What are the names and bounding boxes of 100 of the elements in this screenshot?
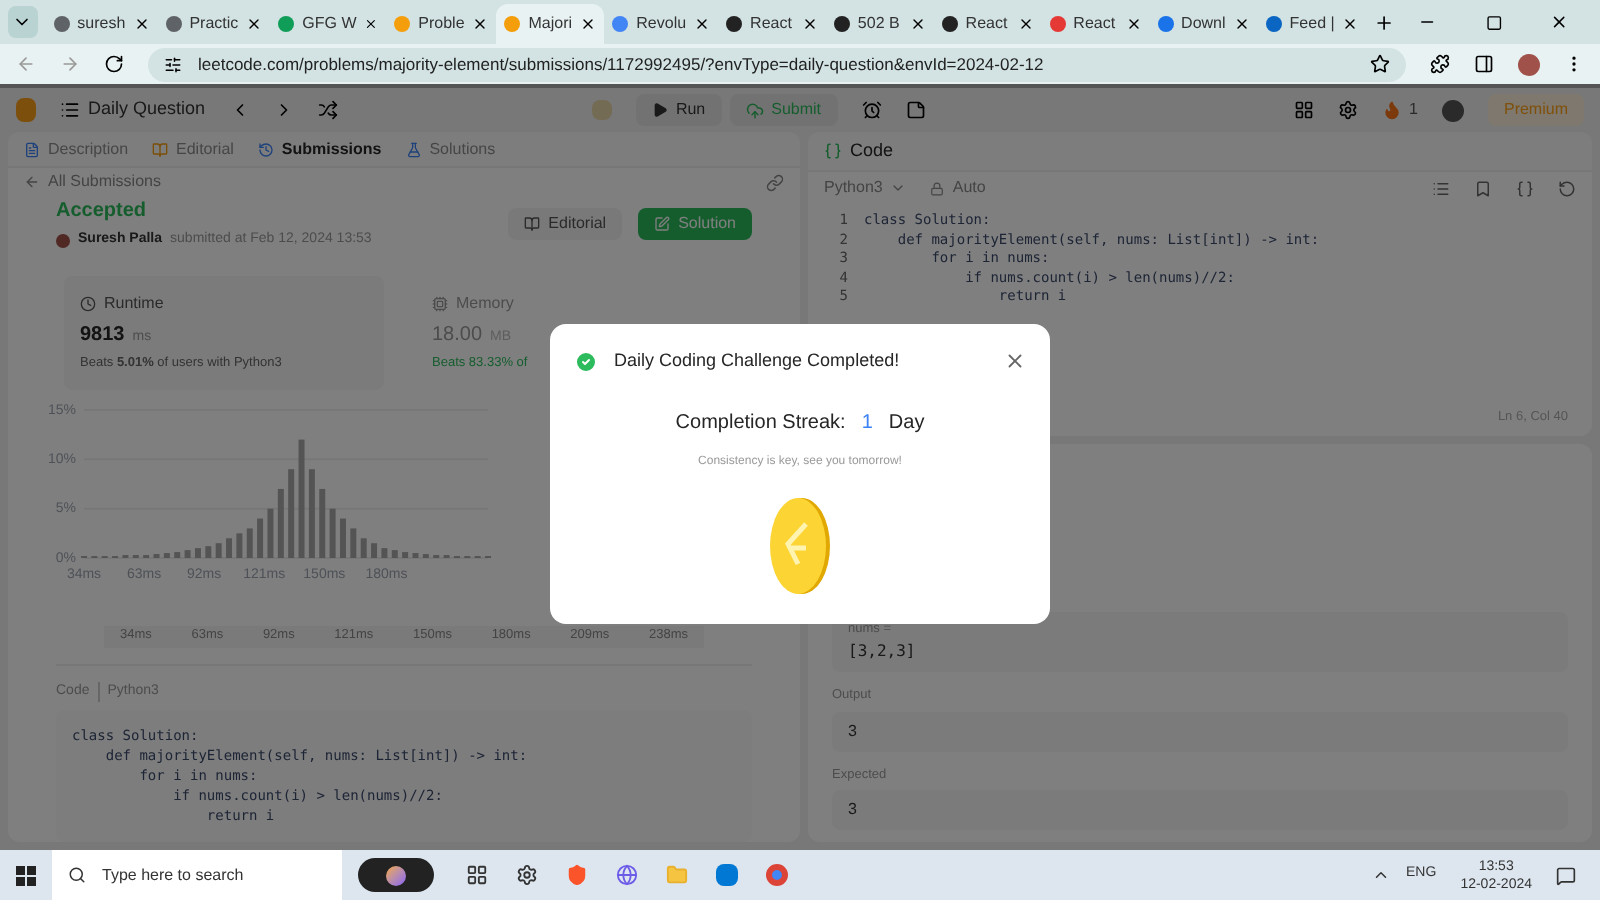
histogram-bar (422, 553, 429, 558)
tab-icon (24, 141, 40, 158)
favicon-icon (1049, 16, 1066, 32)
copilot-icon[interactable] (358, 858, 434, 892)
favicon-icon (941, 16, 958, 32)
close-icon[interactable] (1233, 16, 1250, 32)
url-field[interactable]: leetcode.com/problems/majority-element/submissions/1172992495/?envType=daily-question&envId=2024-02-12 (148, 47, 1406, 81)
browser-tab[interactable]: suresh (45, 4, 158, 44)
tab-search-button[interactable] (8, 6, 38, 38)
histogram-bar (153, 553, 160, 558)
histogram-bar (381, 547, 388, 558)
settings-icon[interactable] (516, 864, 538, 886)
coin-icon (768, 495, 832, 595)
browser-tab[interactable]: Feed | (1257, 4, 1367, 44)
bookmark-icon[interactable] (1474, 179, 1492, 197)
chevron-up-icon[interactable] (1372, 866, 1391, 884)
browser-tab[interactable]: Revolu (604, 4, 719, 44)
status-label: Accepted (56, 198, 149, 227)
code-editor-icon[interactable] (716, 864, 738, 886)
side-panel-icon[interactable] (1474, 54, 1494, 74)
histogram-bar (174, 551, 181, 558)
favicon-icon (504, 16, 521, 32)
histogram-bar (350, 527, 357, 558)
taskbar-search-field[interactable]: Type here to search (52, 850, 342, 900)
histogram-bar (298, 439, 305, 558)
histogram-bar (184, 549, 191, 558)
browser-tab[interactable]: Practic (157, 4, 271, 44)
histogram-bar (236, 532, 243, 558)
reload-icon[interactable] (104, 54, 124, 74)
timer-icon[interactable] (861, 100, 882, 120)
input-value: [3,2,3] (848, 639, 918, 664)
run-button[interactable]: Run (635, 94, 722, 126)
close-icon[interactable] (909, 16, 926, 32)
browser-tab[interactable]: 502 B (825, 4, 934, 44)
close-icon[interactable] (694, 16, 711, 32)
book-icon (524, 216, 541, 233)
lock-icon (930, 181, 945, 195)
play-icon (651, 102, 668, 118)
favicon-icon (394, 16, 411, 32)
layout-icon[interactable] (1293, 100, 1314, 120)
mode-label: Auto (952, 176, 986, 200)
histogram-bar (329, 508, 336, 558)
panel-tab[interactable]: Submissions (257, 137, 382, 162)
browser-tab[interactable]: React (718, 4, 826, 44)
close-icon[interactable] (1342, 16, 1359, 32)
globe-icon[interactable] (616, 864, 638, 886)
format-icon[interactable] (1432, 179, 1450, 197)
shuffle-icon[interactable] (317, 100, 338, 120)
clock-icon (80, 295, 96, 312)
favicon-icon (1265, 16, 1282, 32)
browser-tab[interactable]: React (1041, 4, 1150, 44)
browser-icon[interactable] (766, 864, 788, 886)
new-tab-icon[interactable] (1374, 11, 1395, 33)
search-icon (68, 866, 86, 884)
close-icon[interactable] (1125, 16, 1142, 32)
streak-value: 1 (859, 409, 875, 437)
author-avatar (56, 234, 70, 249)
favicon-icon (612, 16, 629, 32)
histogram-bar (267, 508, 274, 558)
bookmark-star-icon[interactable] (1370, 54, 1390, 74)
extensions-icon[interactable] (1430, 54, 1450, 74)
close-icon[interactable] (1017, 16, 1034, 32)
flame-icon (1381, 100, 1402, 120)
close-icon[interactable] (246, 16, 263, 32)
list-icon (60, 100, 80, 120)
maximize-icon[interactable] (1485, 13, 1502, 31)
task-view-icon[interactable] (466, 864, 488, 886)
streak-count: 1 (1409, 98, 1418, 122)
tab-icon (257, 141, 274, 158)
code-icon (824, 142, 842, 160)
browser-tab[interactable]: Downl (1149, 4, 1258, 44)
settings-icon[interactable] (1337, 100, 1358, 120)
favicon-icon (1157, 16, 1174, 32)
shield-icon[interactable] (566, 864, 588, 886)
streak-unit: Day (888, 409, 925, 437)
close-icon[interactable] (133, 16, 150, 32)
notes-icon[interactable] (905, 100, 926, 120)
browser-tab[interactable]: GFG W (270, 4, 387, 44)
histogram-bar (412, 552, 419, 558)
upload-icon (745, 101, 764, 119)
browser-tab[interactable]: Proble (386, 4, 497, 44)
profile-avatar[interactable] (1518, 53, 1540, 75)
browser-tab[interactable]: React (933, 4, 1042, 44)
braces-icon[interactable] (1516, 179, 1534, 197)
edit-icon (654, 216, 671, 233)
user-avatar[interactable] (1441, 99, 1464, 121)
close-icon[interactable] (1549, 12, 1569, 32)
runtime-value: 9813 (80, 321, 125, 350)
close-icon[interactable] (801, 16, 818, 32)
close-icon[interactable] (364, 16, 379, 32)
favicon-icon (833, 16, 850, 32)
site-settings-icon (164, 55, 182, 73)
reset-icon[interactable] (1558, 179, 1576, 197)
browser-tab[interactable]: Majori (496, 4, 605, 44)
close-icon[interactable] (580, 16, 597, 32)
notifications-icon[interactable] (1556, 865, 1576, 885)
page-title[interactable]: Daily Question (88, 96, 206, 124)
close-icon[interactable] (472, 16, 489, 32)
runtime-label: Runtime (104, 291, 164, 316)
link-icon[interactable] (766, 173, 784, 192)
